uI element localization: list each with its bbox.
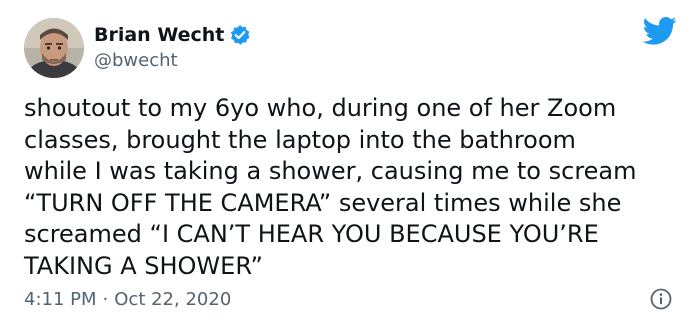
tweet-card: Brian Wecht @bwecht shoutout to my 6yo w… bbox=[0, 0, 698, 324]
tweet-text: shoutout to my 6yo who, during one of he… bbox=[24, 93, 688, 282]
tweet-date[interactable]: Oct 22, 2020 bbox=[114, 289, 231, 310]
user-handle[interactable]: @bwecht bbox=[94, 50, 178, 71]
author-name-row: Brian Wecht bbox=[94, 21, 251, 49]
tweet-time[interactable]: 4:11 PM bbox=[24, 289, 97, 310]
info-icon[interactable] bbox=[650, 288, 672, 310]
display-name[interactable]: Brian Wecht bbox=[94, 24, 224, 46]
tweet-timestamp: 4:11 PM · Oct 22, 2020 bbox=[24, 287, 231, 311]
meta-separator: · bbox=[102, 288, 109, 310]
tweet-text-line: shoutout to my 6yo who, during one of he… bbox=[24, 94, 617, 122]
avatar[interactable] bbox=[24, 18, 84, 78]
tweet-text-line: “TURN OFF THE CAMERA” several times whil… bbox=[24, 188, 622, 217]
tweet-text-line: while I was taking a shower, causing me … bbox=[24, 157, 637, 185]
avatar-photo bbox=[24, 18, 84, 78]
tweet-text-line: classes, brought the laptop into the bat… bbox=[24, 125, 576, 154]
verified-badge-icon bbox=[229, 24, 251, 46]
twitter-bird-icon[interactable] bbox=[642, 16, 677, 46]
tweet-text-line: TAKING A SHOWER” bbox=[24, 251, 263, 280]
tweet-text-line: screamed “I CAN’T HEAR YOU BECAUSE YOU’R… bbox=[24, 220, 599, 248]
